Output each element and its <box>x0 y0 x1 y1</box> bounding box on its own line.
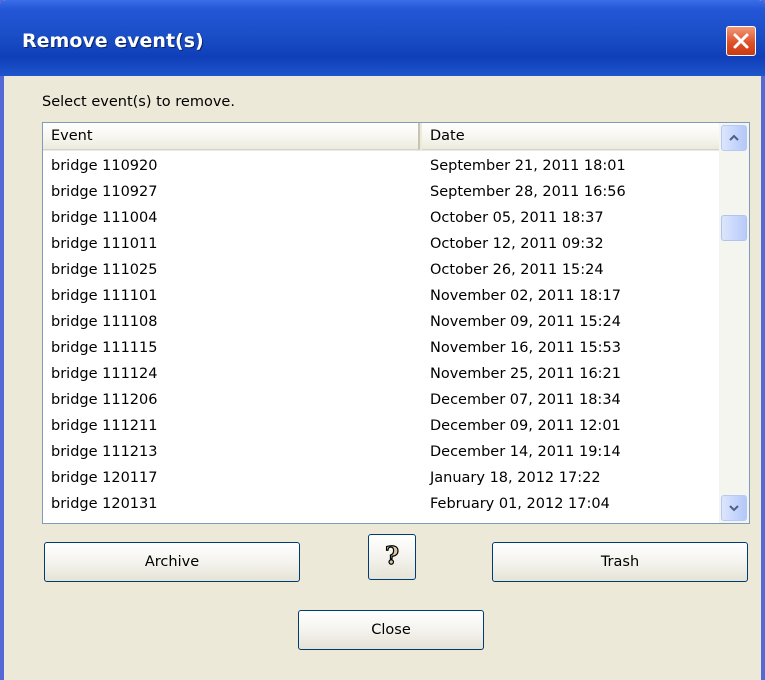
scroll-down-button[interactable] <box>721 495 747 521</box>
event-name: bridge 111211 <box>51 418 158 434</box>
vertical-scrollbar[interactable] <box>719 123 749 523</box>
list-item[interactable]: bridge 111025 October 26, 2011 15:24 <box>43 257 719 283</box>
help-button[interactable]: ? <box>368 534 416 580</box>
list-item[interactable]: bridge 120117 January 18, 2012 17:22 <box>43 465 719 491</box>
event-date: November 25, 2011 16:21 <box>430 366 622 382</box>
close-button[interactable]: Close <box>298 610 484 650</box>
event-name: bridge 111101 <box>51 288 158 304</box>
list-item[interactable]: bridge 110927 September 28, 2011 16:56 <box>43 179 719 205</box>
event-date: December 14, 2011 19:14 <box>430 444 621 460</box>
list-item[interactable]: bridge 111211 December 09, 2011 12:01 <box>43 413 719 439</box>
event-name: bridge 110920 <box>51 158 158 174</box>
event-date: September 28, 2011 16:56 <box>430 184 626 200</box>
list-item[interactable]: bridge 120131 February 01, 2012 17:04 <box>43 491 719 517</box>
event-name: bridge 111025 <box>51 262 158 278</box>
title-bar[interactable]: Remove event(s) <box>0 0 765 76</box>
list-item[interactable]: bridge 111108 November 09, 2011 15:24 <box>43 309 719 335</box>
list-item[interactable]: bridge 111101 November 02, 2011 18:17 <box>43 283 719 309</box>
event-name: bridge 110927 <box>51 184 158 200</box>
event-date: September 21, 2011 18:01 <box>430 158 626 174</box>
list-item[interactable]: bridge 111115 November 16, 2011 15:53 <box>43 335 719 361</box>
event-date: November 16, 2011 15:53 <box>430 340 622 356</box>
event-date: December 09, 2011 12:01 <box>430 418 621 434</box>
event-name: bridge 111004 <box>51 210 158 226</box>
event-date: December 07, 2011 18:34 <box>430 392 621 408</box>
event-date: November 02, 2011 18:17 <box>430 288 622 304</box>
event-list[interactable]: Event Date bridge 110920 September 21, 20… <box>42 122 750 524</box>
help-icon: ? <box>384 542 399 571</box>
instruction-label: Select event(s) to remove. <box>42 94 235 110</box>
event-name: bridge 120131 <box>51 496 158 512</box>
svg-text:?: ? <box>385 542 399 570</box>
event-name: bridge 111011 <box>51 236 158 252</box>
list-header: Event Date <box>43 123 719 151</box>
list-item[interactable]: bridge 111011 October 12, 2011 09:32 <box>43 231 719 257</box>
list-item[interactable]: bridge 111004 October 05, 2011 18:37 <box>43 205 719 231</box>
chevron-up-icon <box>729 134 739 141</box>
chevron-down-icon <box>729 505 739 512</box>
event-name: bridge 120117 <box>51 470 158 486</box>
event-date: February 01, 2012 17:04 <box>430 496 610 512</box>
archive-button[interactable]: Archive <box>44 542 300 582</box>
window-title: Remove event(s) <box>22 30 204 52</box>
event-date: October 26, 2011 15:24 <box>430 262 604 278</box>
column-header-event[interactable]: Event <box>43 123 420 150</box>
list-item[interactable]: bridge 111213 December 14, 2011 19:14 <box>43 439 719 465</box>
trash-button[interactable]: Trash <box>492 542 748 582</box>
event-date: November 09, 2011 15:24 <box>430 314 622 330</box>
scroll-up-button[interactable] <box>721 125 747 151</box>
list-rows: bridge 110920 September 21, 2011 18:01 bri… <box>43 153 719 517</box>
event-date: October 05, 2011 18:37 <box>430 210 604 226</box>
list-item[interactable]: bridge 111124 November 25, 2011 16:21 <box>43 361 719 387</box>
event-name: bridge 111124 <box>51 366 158 382</box>
remove-events-dialog: Remove event(s) Select event(s) to remov… <box>0 0 765 680</box>
window-close-button[interactable] <box>726 26 756 56</box>
event-name: bridge 111108 <box>51 314 158 330</box>
scroll-thumb[interactable] <box>721 215 747 241</box>
list-item[interactable]: bridge 110920 September 21, 2011 18:01 <box>43 153 719 179</box>
list-item[interactable]: bridge 111206 December 07, 2011 18:34 <box>43 387 719 413</box>
close-icon <box>733 33 749 49</box>
event-name: bridge 111213 <box>51 444 158 460</box>
column-header-date[interactable]: Date <box>422 123 719 150</box>
event-date: October 12, 2011 09:32 <box>430 236 604 252</box>
event-name: bridge 111206 <box>51 392 158 408</box>
event-name: bridge 111115 <box>51 340 158 356</box>
event-date: January 18, 2012 17:22 <box>430 470 601 486</box>
